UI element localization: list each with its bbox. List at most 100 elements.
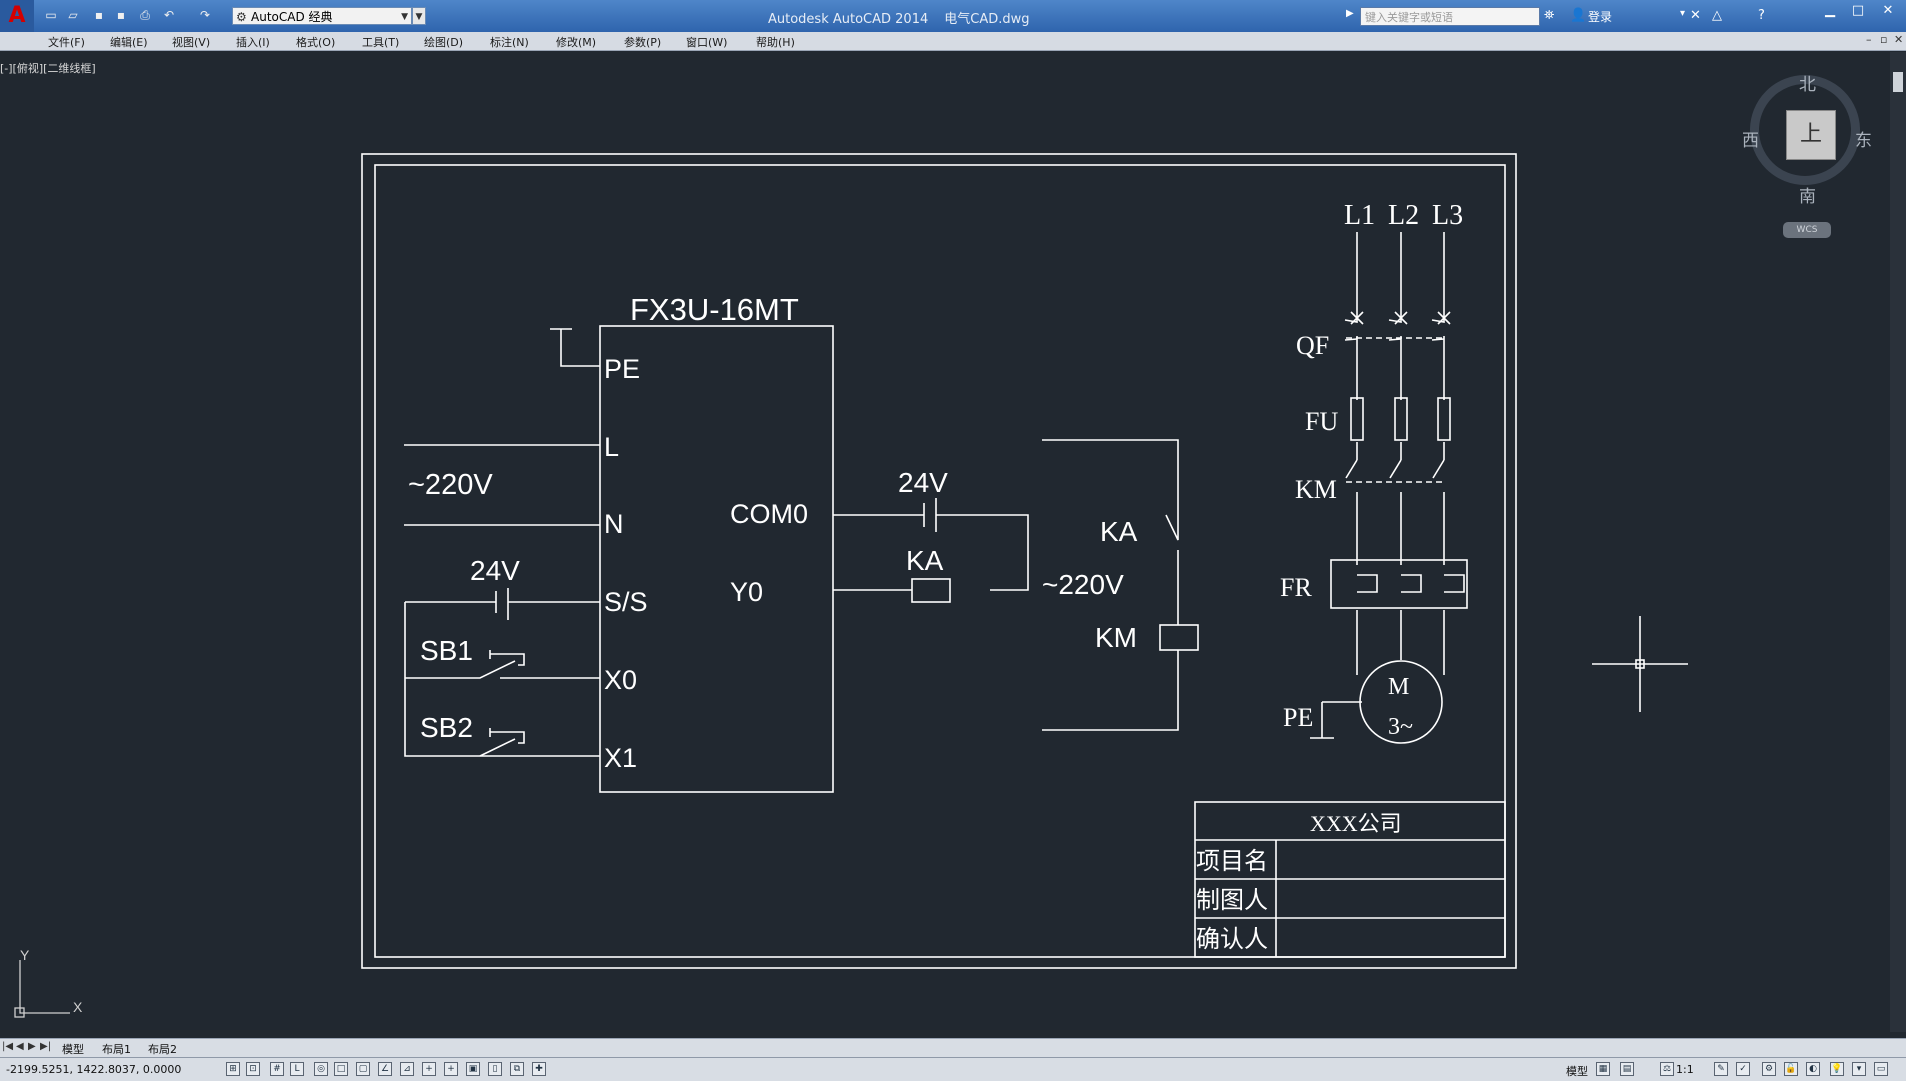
menu-view[interactable]: 视图(V) [172, 34, 210, 50]
viewcube-top-face[interactable]: 上 [1786, 110, 1836, 160]
grid-display-icon[interactable]: # [270, 1062, 284, 1076]
search-input[interactable]: 键入关键字或短语 [1360, 7, 1540, 26]
menu-tools[interactable]: 工具(T) [362, 34, 399, 50]
ortho-mode-icon[interactable]: L [290, 1062, 304, 1076]
cursor-coordinates[interactable]: -2199.5251, 1422.8037, 0.0000 [6, 1063, 181, 1076]
km-coil-symbol [1159, 624, 1199, 651]
annotation-scale-value[interactable]: 1:1 [1676, 1063, 1694, 1076]
print-icon[interactable]: ⎙ [138, 8, 152, 22]
motor-label-3phase: 3~ [1388, 714, 1413, 740]
clean-screen-icon[interactable]: ▭ [1874, 1062, 1888, 1076]
ka-coil-symbol [911, 578, 951, 603]
quick-properties-icon[interactable]: ▯ [488, 1062, 502, 1076]
prev-tab-icon[interactable]: ◀ [16, 1041, 24, 1052]
minimize-icon[interactable]: ▁ [1818, 2, 1842, 20]
tab-model[interactable]: 模型 [62, 1041, 84, 1057]
status-menu-icon[interactable]: ▾ [1852, 1062, 1866, 1076]
compass-east[interactable]: 东 [1855, 126, 1872, 151]
maximize-icon[interactable]: □ [1846, 2, 1870, 20]
motor-pe-symbol [1310, 701, 1362, 739]
output-battery-symbol [923, 498, 937, 532]
fr-thermal-relay [1330, 559, 1468, 609]
plc-terminal-l: L [604, 432, 619, 462]
new-file-icon[interactable]: ▭ [44, 8, 58, 22]
transparency-icon[interactable]: ▣ [466, 1062, 480, 1076]
object-snap-tracking-icon[interactable]: ∠ [378, 1062, 392, 1076]
quick-view-layouts-icon[interactable]: ▦ [1596, 1062, 1610, 1076]
menu-parametric[interactable]: 参数(P) [624, 34, 661, 50]
autodesk-360-icon[interactable]: △ [1712, 8, 1722, 23]
scrollbar-thumb[interactable] [1893, 72, 1903, 92]
model-space-button[interactable]: 模型 [1566, 1063, 1588, 1079]
annotation-visibility-icon[interactable]: ✎ [1714, 1062, 1728, 1076]
menu-modify[interactable]: 修改(M) [556, 34, 596, 50]
lineweight-icon[interactable]: + [444, 1062, 458, 1076]
status-bar: -2199.5251, 1422.8037, 0.0000 ⊞ ⊡ # L ◎ … [0, 1057, 1906, 1081]
autocad-logo-icon[interactable]: A [0, 0, 34, 32]
vertical-scrollbar[interactable] [1890, 52, 1906, 1032]
compass-south[interactable]: 南 [1799, 182, 1816, 207]
menu-insert[interactable]: 插入(I) [236, 34, 270, 50]
isolate-objects-icon[interactable]: 💡 [1830, 1062, 1844, 1076]
help-icon[interactable]: ? [1758, 8, 1765, 23]
expand-search-icon[interactable]: ▶ [1346, 8, 1354, 19]
annotation-scale-icon[interactable]: ⚖ [1660, 1062, 1674, 1076]
plc-terminal-pe: PE [604, 354, 640, 384]
wcs-menu-button[interactable]: WCS [1783, 222, 1831, 238]
annotation-monitor-icon[interactable]: ✚ [532, 1062, 546, 1076]
exchange-icon[interactable]: ✕ [1690, 8, 1701, 23]
last-tab-icon[interactable]: ▶| [40, 1041, 51, 1052]
workspace-switching-icon[interactable]: ⚙ [1762, 1062, 1776, 1076]
3d-osnap-icon[interactable]: ▢ [356, 1062, 370, 1076]
input-dc-label: 24V [470, 555, 520, 586]
menu-file[interactable]: 文件(F) [48, 34, 85, 50]
motor-label-m: M [1388, 674, 1409, 700]
compass-north[interactable]: 北 [1799, 70, 1816, 95]
login-button[interactable]: 登录 [1588, 8, 1612, 25]
menu-format[interactable]: 格式(O) [296, 34, 335, 50]
open-file-icon[interactable]: ▱ [66, 8, 80, 22]
phase-l1-label: L1 [1344, 200, 1375, 231]
menu-dimension[interactable]: 标注(N) [490, 34, 529, 50]
menu-window[interactable]: 窗口(W) [686, 34, 727, 50]
drawing-close-icon[interactable]: ✕ [1894, 33, 1903, 46]
menu-edit[interactable]: 编辑(E) [110, 34, 148, 50]
drawing-minimize-icon[interactable]: – [1866, 33, 1872, 46]
selection-cycling-icon[interactable]: ⧉ [510, 1062, 524, 1076]
user-icon[interactable]: 👤 [1570, 8, 1586, 23]
next-tab-icon[interactable]: ▶ [28, 1041, 36, 1052]
chevron-down-icon[interactable]: ▾ [1680, 8, 1685, 19]
menu-help[interactable]: 帮助(H) [756, 34, 795, 50]
drawing-canvas[interactable]: FX3U-16MT PE L N S/S X0 X1 COM0 Y0 ~220V… [0, 52, 1890, 1037]
first-tab-icon[interactable]: |◀ [2, 1041, 13, 1052]
auto-scale-icon[interactable]: ✓ [1736, 1062, 1750, 1076]
save-icon[interactable]: ▪ [92, 8, 106, 22]
dynamic-input-icon[interactable]: + [422, 1062, 436, 1076]
phase-l3-label: L3 [1432, 200, 1463, 231]
object-snap-icon[interactable]: □ [334, 1062, 348, 1076]
snap-mode-icon[interactable]: ⊡ [246, 1062, 260, 1076]
binoculars-icon[interactable]: ⛯ [1544, 8, 1554, 23]
tab-layout2[interactable]: 布局2 [148, 1041, 177, 1057]
fr-label: FR [1280, 573, 1312, 602]
toolbar-lock-icon[interactable]: 🔓 [1784, 1062, 1798, 1076]
customize-toolbar-button[interactable]: ▼ [412, 7, 426, 25]
plc-box [599, 325, 834, 793]
save-as-icon[interactable]: ▪ [114, 8, 128, 22]
close-icon[interactable]: ✕ [1876, 2, 1900, 20]
document-title: 电气CAD.dwg [944, 12, 1030, 27]
compass-west[interactable]: 西 [1742, 126, 1759, 151]
window-title: Autodesk AutoCAD 2014 电气CAD.dwg [768, 8, 1030, 27]
redo-icon[interactable]: ↷ [198, 8, 212, 22]
drawing-restore-icon[interactable]: ▫ [1880, 33, 1887, 46]
hardware-acceleration-icon[interactable]: ◐ [1806, 1062, 1820, 1076]
polar-tracking-icon[interactable]: ◎ [314, 1062, 328, 1076]
company-name: XXX公司 [1310, 811, 1402, 836]
workspace-dropdown[interactable]: ⚙ AutoCAD 经典 ▼ [232, 7, 412, 25]
dynamic-ucs-icon[interactable]: ⊿ [400, 1062, 414, 1076]
menu-draw[interactable]: 绘图(D) [424, 34, 463, 50]
undo-icon[interactable]: ↶ [162, 8, 176, 22]
infer-constraints-icon[interactable]: ⊞ [226, 1062, 240, 1076]
quick-view-drawings-icon[interactable]: ▤ [1620, 1062, 1634, 1076]
tab-layout1[interactable]: 布局1 [102, 1041, 131, 1057]
